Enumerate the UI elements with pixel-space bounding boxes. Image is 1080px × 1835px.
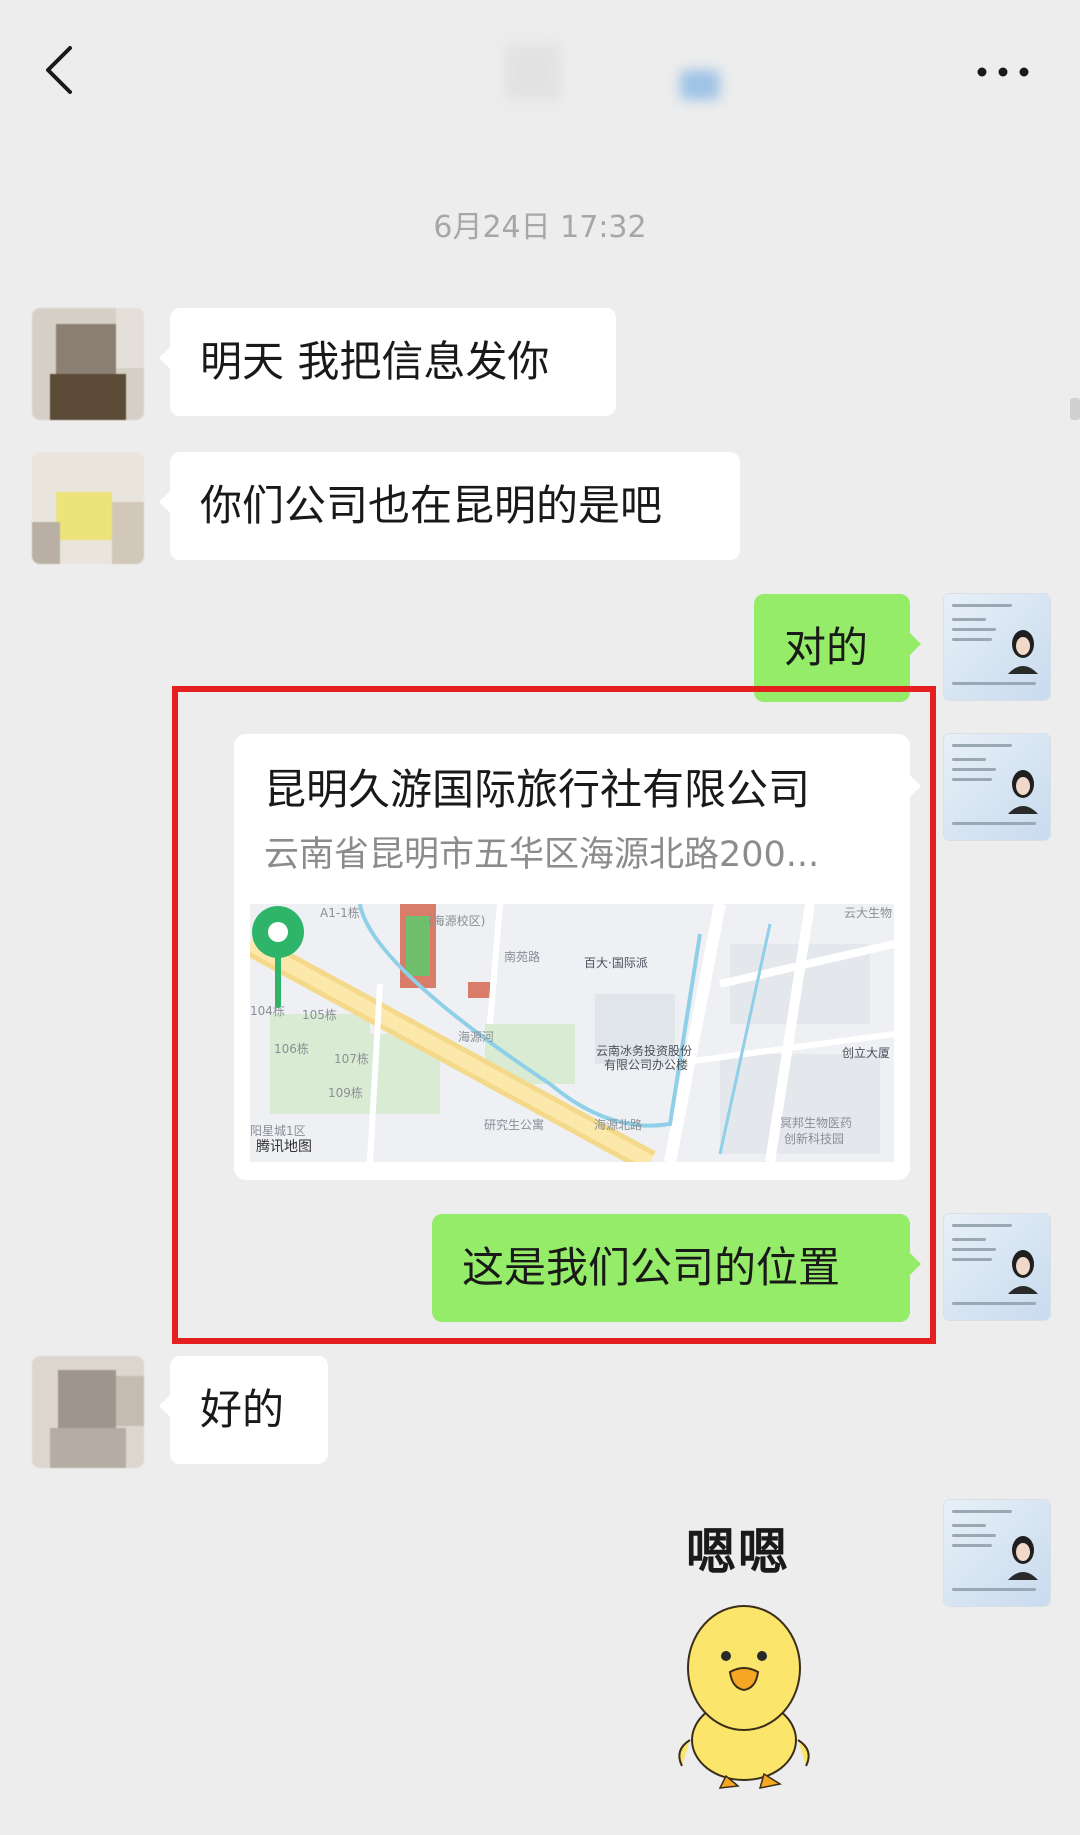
- map-label: 106栋: [274, 1042, 309, 1056]
- map-label: 海源河: [458, 1030, 495, 1044]
- contact-avatar[interactable]: [32, 1356, 144, 1468]
- user-avatar-id-card[interactable]: [944, 594, 1050, 700]
- map-label: 109栋: [328, 1086, 363, 1100]
- location-map[interactable]: A1-1栋 (海源校区) 南苑路 百大·国际派 云大生物 104栋 105栋 1…: [250, 904, 894, 1162]
- map-label: 云大生物: [844, 906, 893, 920]
- message-text: 明天 我把信息发你: [200, 337, 550, 386]
- message-timestamp: 6月24日 17:32: [433, 210, 647, 245]
- message-bubble-incoming[interactable]: 明天 我把信息发你: [159, 308, 616, 416]
- message-bubble-outgoing[interactable]: 这是我们公司的位置: [432, 1214, 921, 1322]
- map-label: 百大·国际派: [584, 956, 648, 970]
- map-label: 创立大厦: [842, 1046, 891, 1060]
- message-bubble-incoming[interactable]: 好的: [159, 1356, 328, 1464]
- map-label: 冥邦生物医药: [780, 1116, 853, 1130]
- map-label: A1-1栋: [320, 906, 360, 920]
- contact-avatar[interactable]: [32, 308, 144, 420]
- location-card[interactable]: 昆明久游国际旅行社有限公司 云南省昆明市五华区海源北路200... A1-1栋: [234, 734, 921, 1180]
- message-text: 对的: [784, 623, 869, 672]
- more-dots-icon[interactable]: [968, 50, 1038, 90]
- map-label: 创新科技园: [784, 1132, 845, 1146]
- message-text: 好的: [200, 1385, 285, 1434]
- contact-avatar[interactable]: [32, 452, 144, 564]
- map-label: (海源校区): [428, 914, 486, 928]
- chat-title-blurred-emoji: [680, 70, 720, 100]
- map-label: 南苑路: [504, 950, 541, 964]
- message-bubble-incoming[interactable]: 你们公司也在昆明的是吧: [159, 452, 740, 560]
- user-avatar-id-card[interactable]: [944, 1214, 1050, 1320]
- message-text: 你们公司也在昆明的是吧: [200, 481, 663, 530]
- chevron-left-icon[interactable]: [38, 40, 82, 100]
- user-avatar-id-card[interactable]: [944, 734, 1050, 840]
- message-text: 这是我们公司的位置: [462, 1243, 841, 1292]
- chat-header: [0, 0, 1080, 150]
- chat-title-blurred: [505, 44, 561, 100]
- scrollbar[interactable]: [1070, 398, 1080, 420]
- location-address: 云南省昆明市五华区海源北路200...: [264, 835, 820, 875]
- map-brand-label: 腾讯地图: [256, 1139, 312, 1155]
- map-label: 有限公司办公楼: [604, 1058, 689, 1072]
- map-label: 105栋: [302, 1008, 337, 1022]
- sticker-caption: 嗯嗯: [686, 1523, 790, 1581]
- map-label: 海源北路: [594, 1118, 643, 1132]
- map-label: 107栋: [334, 1052, 369, 1066]
- user-avatar-id-card[interactable]: [944, 1500, 1050, 1606]
- map-pin-icon: [252, 906, 304, 1008]
- location-name: 昆明久游国际旅行社有限公司: [264, 765, 811, 814]
- map-label: 研究生公寓: [484, 1118, 545, 1132]
- duck-sticker-icon[interactable]: [664, 1590, 824, 1790]
